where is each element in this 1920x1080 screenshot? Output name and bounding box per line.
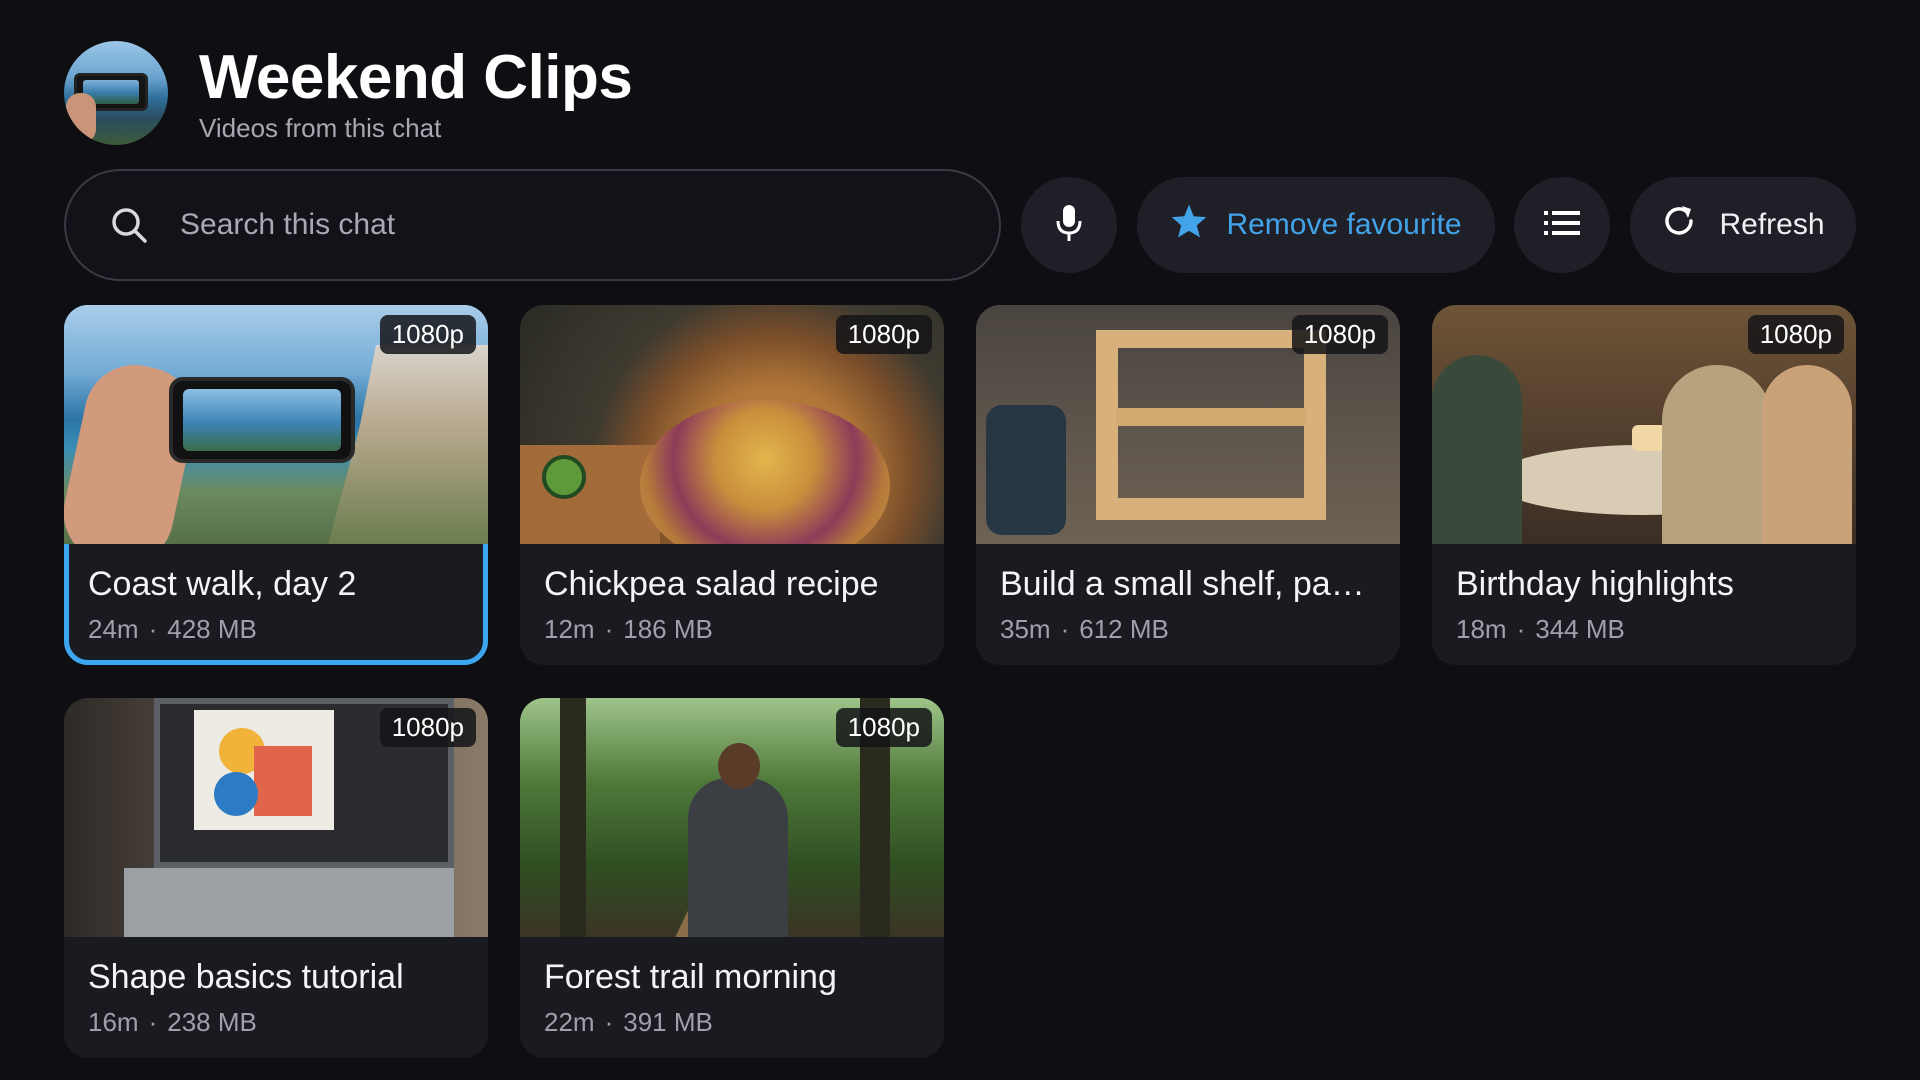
meta-separator: · <box>148 1007 158 1037</box>
search-input[interactable] <box>180 208 880 242</box>
list-view-icon <box>1544 210 1580 241</box>
video-duration: 16m <box>88 1007 139 1037</box>
video-thumbnail: 1080p <box>64 305 488 544</box>
voice-search-button[interactable] <box>1021 177 1117 273</box>
meta-separator: · <box>1516 614 1526 644</box>
page-title: Weekend Clips <box>199 42 633 112</box>
search-icon <box>108 204 150 246</box>
video-meta: 35m · 612 MB <box>1000 614 1376 645</box>
video-thumbnail: 1080p <box>520 305 944 544</box>
list-view-button[interactable] <box>1514 177 1610 273</box>
remove-favourite-button[interactable]: Remove favourite <box>1137 177 1495 273</box>
quality-badge: 1080p <box>1291 315 1388 354</box>
video-title: Birthday highlights <box>1456 565 1734 603</box>
quality-badge: 1080p <box>379 315 476 354</box>
video-title: Coast walk, day 2 <box>88 565 357 603</box>
video-card-build-shelf[interactable]: 1080p Build a small shelf, par… 35m · 612 … <box>976 305 1400 665</box>
star-icon <box>1170 203 1208 247</box>
video-title: Build a small shelf, par… <box>1000 565 1376 603</box>
video-size: 186 MB <box>623 614 713 644</box>
video-thumbnail: 1080p <box>1432 305 1856 544</box>
meta-separator: · <box>604 1007 614 1037</box>
refresh-label: Refresh <box>1719 208 1825 241</box>
quality-badge: 1080p <box>379 708 476 747</box>
microphone-icon <box>1054 203 1084 248</box>
meta-separator: · <box>604 614 614 644</box>
video-duration: 22m <box>544 1007 595 1037</box>
toolbar: Remove favourite Refresh <box>64 169 1856 281</box>
video-duration: 18m <box>1456 614 1507 644</box>
video-thumbnail: 1080p <box>976 305 1400 544</box>
remove-favourite-label: Remove favourite <box>1226 208 1462 241</box>
video-duration: 24m <box>88 614 139 644</box>
refresh-icon <box>1661 203 1697 247</box>
video-thumbnail: 1080p <box>520 698 944 937</box>
video-duration: 35m <box>1000 614 1051 644</box>
video-size: 391 MB <box>623 1007 713 1037</box>
video-meta: 12m · 186 MB <box>544 614 920 645</box>
video-meta: 22m · 391 MB <box>544 1007 920 1038</box>
video-thumbnail: 1080p <box>64 698 488 937</box>
video-card-coast-walk[interactable]: 1080p Coast walk, day 2 24m · 428 MB <box>64 305 488 665</box>
video-card-forest-trail[interactable]: 1080p Forest trail morning 22m · 391 MB <box>520 698 944 1058</box>
video-title: Chickpea salad recipe <box>544 565 879 603</box>
meta-separator: · <box>148 614 158 644</box>
search-bar[interactable] <box>64 169 1001 281</box>
page-subtitle: Videos from this chat <box>199 112 442 143</box>
video-size: 238 MB <box>167 1007 257 1037</box>
video-title: Shape basics tutorial <box>88 958 404 996</box>
video-title: Forest trail morning <box>544 958 837 996</box>
video-size: 428 MB <box>167 614 257 644</box>
quality-badge: 1080p <box>1747 315 1844 354</box>
quality-badge: 1080p <box>835 708 932 747</box>
video-meta: 18m · 344 MB <box>1456 614 1832 645</box>
refresh-button[interactable]: Refresh <box>1630 177 1856 273</box>
quality-badge: 1080p <box>835 315 932 354</box>
video-meta: 16m · 238 MB <box>88 1007 464 1038</box>
video-meta: 24m · 428 MB <box>88 614 464 645</box>
page-header: Weekend Clips Videos from this chat <box>64 41 633 145</box>
chat-avatar <box>64 41 168 145</box>
video-card-birthday[interactable]: 1080p Birthday highlights 18m · 344 MB <box>1432 305 1856 665</box>
video-size: 344 MB <box>1535 614 1625 644</box>
meta-separator: · <box>1060 614 1070 644</box>
video-card-chickpea-salad[interactable]: 1080p Chickpea salad recipe 12m · 186 MB <box>520 305 944 665</box>
video-duration: 12m <box>544 614 595 644</box>
video-card-shape-basics[interactable]: 1080p Shape basics tutorial 16m · 238 MB <box>64 698 488 1058</box>
video-size: 612 MB <box>1079 614 1169 644</box>
